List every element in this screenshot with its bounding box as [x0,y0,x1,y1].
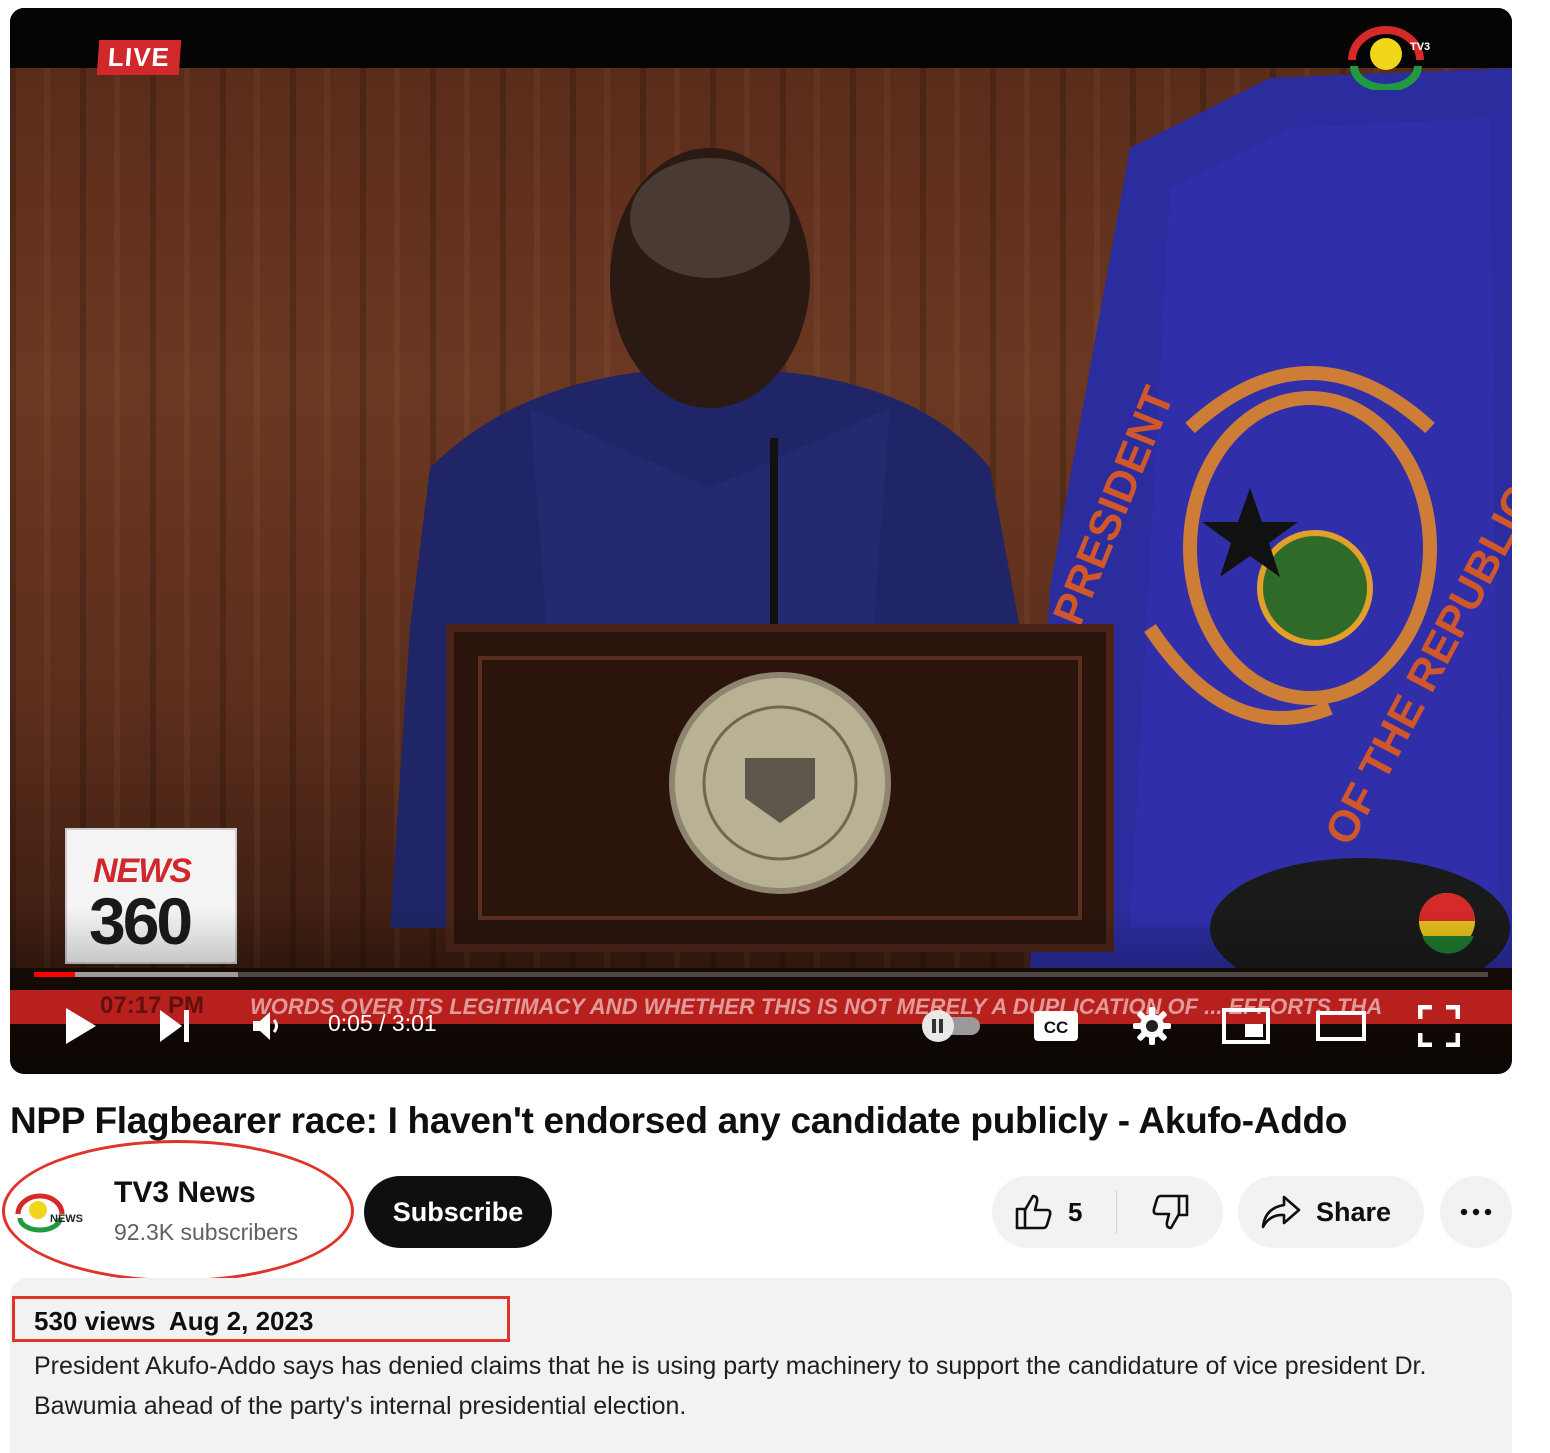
thumbs-down-icon [1152,1194,1189,1230]
channel-avatar[interactable]: NEWS [14,1186,84,1234]
autoplay-toggle-icon [922,1010,980,1042]
tv3-logo: TV3 [1348,26,1430,90]
captions-icon: CC [1034,1011,1078,1041]
svg-text:CC: CC [1044,1018,1069,1037]
video-title: NPP Flagbearer race: I haven't endorsed … [10,1100,1348,1141]
video-scene: PRESIDENT OF THE REPUBLIC [390,68,1512,968]
progress-played [34,972,75,977]
like-button[interactable]: 5 [992,1176,1116,1248]
description-box[interactable]: 530 views Aug 2, 2023 President Akufo-Ad… [10,1278,1512,1453]
video-player[interactable]: PRESIDENT OF THE REPUBLIC LIVE TV3 NEWS … [10,8,1512,1074]
thumbs-up-icon [1015,1194,1052,1230]
video-frame[interactable]: PRESIDENT OF THE REPUBLIC LIVE TV3 NEWS … [10,8,1512,1074]
video-top-band [10,8,1512,68]
fullscreen-button[interactable] [1414,1002,1464,1050]
theater-icon [1316,1011,1366,1041]
like-count: 5 [1068,1196,1083,1227]
theater-button[interactable] [1314,1002,1368,1050]
share-icon [1261,1195,1301,1229]
play-icon [66,1008,96,1044]
timecode: 0:05 / 3:01 [328,1010,437,1036]
more-icon [1460,1208,1492,1216]
captions-button[interactable]: CC [1030,1002,1082,1050]
share-label: Share [1316,1196,1392,1227]
more-actions-button[interactable] [1440,1176,1512,1248]
dislike-button[interactable] [1117,1176,1223,1248]
svg-text:TV3: TV3 [1410,41,1430,53]
autoplay-toggle[interactable] [916,1002,986,1050]
volume-icon [253,1012,278,1040]
next-button[interactable] [150,1002,198,1050]
settings-button[interactable] [1128,1002,1176,1050]
fullscreen-icon [1418,1005,1460,1047]
miniplayer-button[interactable] [1220,1002,1272,1050]
next-icon [160,1010,189,1042]
like-dislike-group: 5 [992,1176,1223,1248]
mute-button[interactable] [242,1002,290,1050]
settings-icon [1133,1007,1171,1045]
progress-bar[interactable] [34,972,1488,977]
miniplayer-icon [1222,1008,1270,1044]
subscribe-button[interactable]: Subscribe [364,1176,552,1248]
play-button[interactable] [56,1002,104,1050]
news-ticker: 07:17 PM WORDS OVER ITS LEGITIMACY AND W… [10,990,1512,1024]
live-badge: LIVE [96,40,182,75]
share-button[interactable]: Share [1238,1176,1424,1248]
view-count-date: 530 views Aug 2, 2023 [34,1306,314,1336]
subscriber-count: 92.3K subscribers [114,1219,299,1245]
svg-text:NEWS: NEWS [50,1213,83,1225]
description-text: President Akufo-Addo says has denied cla… [34,1352,1427,1420]
channel-name[interactable]: TV3 News [114,1176,256,1210]
